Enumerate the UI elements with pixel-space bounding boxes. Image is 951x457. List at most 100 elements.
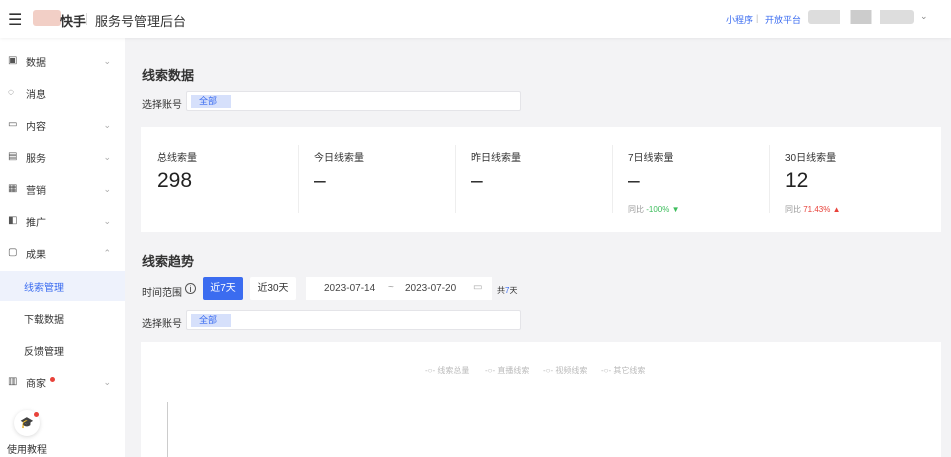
stat-total: 总线索量 298 [141,127,299,232]
sidebar-item-label: 商家 [26,378,46,390]
divider [455,145,456,213]
notification-dot [34,412,39,417]
legend-label: 其它线索 [613,366,646,375]
legend-label: 视频线索 [555,366,588,375]
tutorial-label: 使用教程 [7,445,47,456]
chevron-down-icon[interactable]: ⌄ [920,11,928,22]
app-title: 服务号管理后台 [95,14,187,29]
sidebar: ▣ 数据 ⌄ ◌ 消息 ▭ 内容 ⌄ ▤ 服务 ⌄ ▦ 营销 ⌄ ◧ 推广 ⌄ ▢ 成果 ⌃ 线索管理 下… [0,38,125,457]
chevron-icon: ⌄ [103,376,111,387]
tutorial-button[interactable]: 🎓 [14,410,40,436]
date-range-picker[interactable]: 2023-07-14 ~ 2023-07-20 ▭ [306,277,492,300]
sidebar-item-label: 推广 [26,217,46,229]
sidebar-item-messages[interactable]: ◌ 消息 [0,78,125,108]
legend-item[interactable]: -○- 其它线索 [601,365,645,376]
stat-comparison: 同比 -100% ▼ [628,204,680,215]
sidebar-item-merchant[interactable]: ▥ 商家 ⌄ [0,367,125,397]
stat-title: 30日线索量 [785,153,837,164]
sidebar-item-label: 成果 [26,249,46,261]
last-30-days-button[interactable]: 近30天 [250,277,296,300]
account-select[interactable]: 全部 [186,91,521,111]
mini-program-link[interactable]: 小程序 [726,13,753,26]
total-days: 共7天 [497,285,517,296]
account-tag[interactable]: 全部 [191,314,231,327]
total-prefix: 共 [497,286,505,295]
start-date[interactable]: 2023-07-14 [324,283,375,294]
info-icon[interactable]: i [185,283,196,294]
result-icon: ▢ [8,247,18,258]
comparison-label: 同比 [628,205,644,214]
account-label: 选择账号 [142,100,182,111]
sidebar-item-results[interactable]: ▢ 成果 ⌃ [0,238,125,268]
sidebar-item-label: 服务 [26,153,46,165]
service-icon: ▤ [8,151,18,162]
sidebar-item-label: 内容 [26,121,46,133]
sidebar-item-label: 数据 [26,57,46,69]
end-date[interactable]: 2023-07-20 [405,283,456,294]
stat-yesterday: 昨日线索量 – [455,127,613,232]
legend-label: 线索总量 [437,366,470,375]
stats-card: 总线索量 298 今日线索量 – 昨日线索量 – 7日线索量 – 同比 -100% ▼ … [141,127,941,232]
legend-item[interactable]: -○- 线索总量 [425,365,469,376]
chart-y-axis [167,402,168,457]
sidebar-item-feedback[interactable]: 反馈管理 [0,335,125,365]
trend-account-select[interactable]: 全部 [186,310,521,330]
sidebar-item-lead-management[interactable]: 线索管理 [0,271,125,301]
legend-item[interactable]: -○- 视频线索 [543,365,587,376]
graduation-cap-icon: 🎓 [20,417,34,429]
calendar-icon[interactable]: ▭ [473,282,482,293]
time-range-label: 时间范围 [142,288,182,299]
grid-icon: ▦ [8,183,18,194]
last-7-days-button[interactable]: 近7天 [203,277,243,300]
monitor-icon: ▣ [8,55,18,66]
sidebar-item-content[interactable]: ▭ 内容 ⌄ [0,110,125,140]
up-arrow-icon: ▲ [832,205,841,214]
stat-today: 今日线索量 – [298,127,456,232]
collapse-menu-icon[interactable]: ☰ [8,10,22,30]
divider [86,13,87,25]
stat-comparison: 同比 71.43% ▲ [785,204,841,215]
stat-title: 今日线索量 [314,153,364,164]
chevron-icon: ⌃ [103,247,111,258]
sidebar-item-download-data[interactable]: 下载数据 [0,303,125,333]
stat-title: 昨日线索量 [471,153,521,164]
chevron-icon: ⌄ [103,55,111,66]
logo [33,10,61,26]
down-arrow-icon: ▼ [671,205,680,214]
chevron-icon: ⌄ [103,151,111,162]
legend-label: 直播线索 [497,366,530,375]
stat-title: 7日线索量 [628,153,674,164]
comparison-label: 同比 [785,205,801,214]
video-icon: ▭ [8,119,18,130]
legend-item[interactable]: -○- 直播线索 [485,365,529,376]
total-suffix: 天 [509,286,518,295]
shop-icon: ▥ [8,376,18,387]
stat-30day: 30日线索量 12 同比 71.43% ▲ [769,127,927,232]
divider [769,145,770,213]
chevron-icon: ⌄ [103,183,111,194]
trend-account-label: 选择账号 [142,319,182,330]
account-tag[interactable]: 全部 [191,95,231,108]
chevron-icon: ⌄ [103,119,111,130]
stat-value: – [628,169,640,192]
user-account[interactable] [808,10,914,24]
section-title-leads: 线索数据 [142,68,195,83]
notification-dot [50,376,55,382]
comparison-value: -100% [646,205,670,214]
divider [612,145,613,213]
sidebar-item-promote[interactable]: ◧ 推广 ⌄ [0,206,125,236]
comparison-value: 71.43% [803,205,831,214]
divider [298,145,299,213]
promote-icon: ◧ [8,215,18,226]
sidebar-item-service[interactable]: ▤ 服务 ⌄ [0,142,125,172]
date-separator: ~ [388,282,394,293]
sidebar-item-data[interactable]: ▣ 数据 ⌄ [0,46,125,76]
stat-value: 298 [157,169,193,192]
stat-7day: 7日线索量 – 同比 -100% ▼ [612,127,770,232]
stat-value: – [314,169,326,192]
trend-chart-card [141,342,941,457]
open-platform-link[interactable]: 开放平台 [765,13,801,26]
sidebar-item-label: 消息 [26,89,46,101]
chat-icon: ◌ [8,87,14,98]
sidebar-item-marketing[interactable]: ▦ 营销 ⌄ [0,174,125,204]
